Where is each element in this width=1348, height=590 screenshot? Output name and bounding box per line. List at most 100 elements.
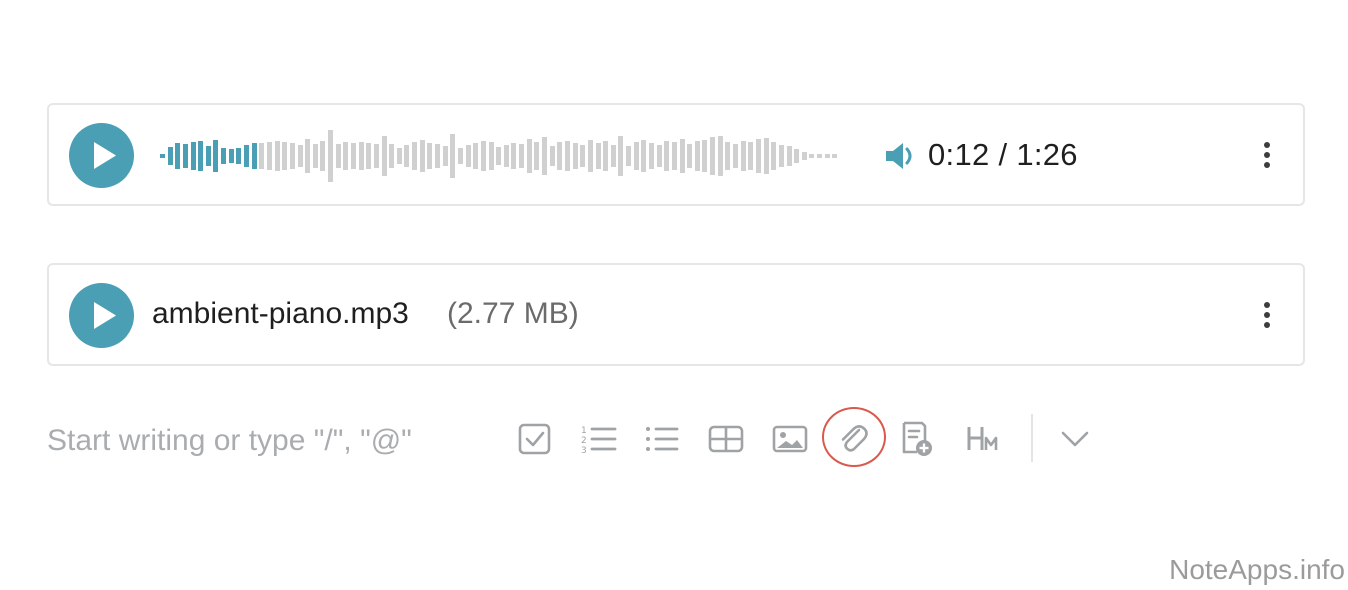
waveform-bar <box>450 134 456 178</box>
svg-text:1: 1 <box>581 426 587 436</box>
waveform-bar <box>366 143 372 169</box>
waveform-bar <box>511 143 517 169</box>
waveform-bar <box>503 145 509 167</box>
waveform-bar <box>610 145 616 167</box>
more-vertical-icon[interactable] <box>1255 299 1279 331</box>
time-separator: / <box>998 137 1008 172</box>
waveform-bar <box>480 141 486 171</box>
waveform-bar <box>221 148 227 164</box>
waveform-bar <box>656 145 662 167</box>
watermark: NoteApps.info <box>1169 554 1345 585</box>
play-icon <box>94 142 116 169</box>
add-page-icon[interactable] <box>895 417 939 461</box>
waveform-bar <box>305 139 311 173</box>
waveform-bar <box>710 137 716 175</box>
waveform-bar <box>442 146 448 166</box>
waveform-bar <box>641 140 647 172</box>
chevron-down-icon[interactable] <box>1053 417 1097 461</box>
waveform-bar <box>297 145 303 167</box>
play-icon <box>94 302 116 329</box>
waveform-bar <box>198 141 204 171</box>
waveform-bar <box>794 149 800 163</box>
waveform-bar <box>190 142 196 170</box>
waveform-bar <box>381 136 387 176</box>
waveform-bar <box>228 149 234 163</box>
more-vertical-icon[interactable] <box>1255 139 1279 171</box>
waveform-bar <box>763 138 769 174</box>
waveform-bar <box>679 139 685 173</box>
waveform-bar <box>427 143 433 169</box>
waveform-bar <box>266 142 272 170</box>
waveform-bar <box>259 143 265 169</box>
waveform-bar <box>534 142 540 170</box>
editor-placeholder[interactable]: Start writing or type "/", "@" <box>47 423 412 459</box>
waveform-bar <box>633 142 639 170</box>
duration: 1:26 <box>1016 137 1078 172</box>
playback-time: 0:12 / 1:26 <box>928 137 1078 173</box>
audio-waveform[interactable] <box>160 128 840 184</box>
waveform-bar <box>328 130 334 182</box>
waveform-bar <box>312 144 318 168</box>
waveform-bar <box>549 146 555 166</box>
waveform-bar <box>572 143 578 169</box>
waveform-bar <box>351 143 356 169</box>
waveform-bar <box>435 144 441 168</box>
svg-text:2: 2 <box>581 436 587 446</box>
waveform-bar <box>457 148 463 164</box>
waveform-bar <box>274 141 280 171</box>
waveform-bar <box>404 145 410 167</box>
waveform-bar <box>595 143 601 169</box>
waveform-bar <box>648 143 654 169</box>
waveform-bar <box>465 145 471 167</box>
waveform-bar <box>664 141 670 171</box>
audio-attachment: ambient-piano.mp3 (2.77 MB) <box>47 263 1305 366</box>
table-icon[interactable] <box>704 417 748 461</box>
file-name[interactable]: ambient-piano.mp3 <box>152 296 409 332</box>
waveform-bar <box>419 140 425 172</box>
waveform-bar <box>175 143 181 169</box>
waveform-bar <box>496 147 502 165</box>
waveform-bar <box>289 143 295 169</box>
waveform-bar <box>824 154 830 158</box>
waveform-bar <box>748 142 754 170</box>
waveform-bar <box>358 142 364 170</box>
checkbox-icon[interactable] <box>513 417 557 461</box>
play-button[interactable] <box>69 123 134 188</box>
waveform-bar <box>725 142 731 170</box>
waveform-bar <box>236 148 242 164</box>
waveform-bar <box>580 145 586 167</box>
bullet-list-icon[interactable] <box>641 417 685 461</box>
waveform-bar <box>182 144 188 168</box>
waveform-bar <box>717 136 723 176</box>
volume-icon[interactable] <box>884 142 918 170</box>
waveform-bar <box>412 142 418 170</box>
image-icon[interactable] <box>768 417 812 461</box>
numbered-list-icon[interactable]: 1 2 3 <box>577 417 621 461</box>
waveform-bar <box>694 141 700 171</box>
waveform-bar <box>832 154 838 158</box>
waveform-bar <box>373 144 379 168</box>
waveform-bar <box>343 142 349 170</box>
current-time: 0:12 <box>928 137 990 172</box>
waveform-bar <box>389 144 395 168</box>
waveform-bar <box>755 139 761 173</box>
waveform-bar <box>626 146 632 166</box>
attachment-icon[interactable] <box>832 417 876 461</box>
waveform-bar <box>213 140 219 172</box>
audio-player: 0:12 / 1:26 <box>47 103 1305 206</box>
waveform-bar <box>603 141 609 171</box>
waveform-bar <box>733 144 739 168</box>
waveform-bar <box>786 146 792 166</box>
waveform-bar <box>740 141 746 171</box>
attachment-play-button[interactable] <box>69 283 134 348</box>
waveform-bar <box>801 152 807 160</box>
heading-icon[interactable] <box>960 417 1004 461</box>
waveform-bar <box>817 154 823 158</box>
waveform-bar <box>587 140 593 172</box>
waveform-bar <box>542 137 548 175</box>
toolbar-divider <box>1031 414 1033 462</box>
waveform-bar <box>702 140 708 172</box>
waveform-bar <box>396 148 402 164</box>
svg-text:3: 3 <box>581 446 587 456</box>
file-size: (2.77 MB) <box>447 297 579 330</box>
